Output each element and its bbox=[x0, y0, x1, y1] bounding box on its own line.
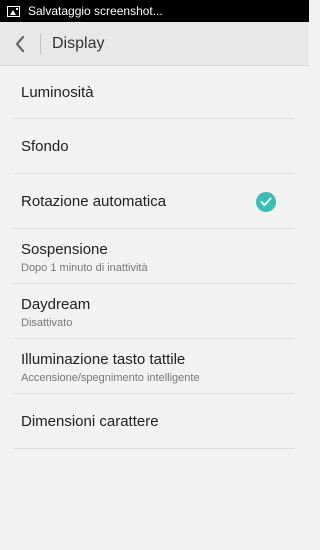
setting-title: Illuminazione tasto tattile bbox=[21, 350, 186, 368]
setting-title: Luminosità bbox=[21, 83, 94, 101]
setting-brightness[interactable]: Luminosità bbox=[0, 66, 309, 119]
setting-title: Rotazione automatica bbox=[21, 192, 167, 210]
setting-touch-key-light[interactable]: Illuminazione tasto tattile Accensione/s… bbox=[0, 339, 309, 394]
setting-auto-rotate[interactable]: Rotazione automatica bbox=[0, 174, 309, 229]
setting-font-size[interactable]: Dimensioni carattere bbox=[0, 394, 309, 449]
setting-sleep[interactable]: Sospensione Dopo 1 minuto di inattività bbox=[0, 229, 309, 284]
setting-title: Sfondo bbox=[21, 137, 69, 155]
status-bar: Salvataggio screenshot... bbox=[0, 0, 309, 22]
setting-title: Daydream bbox=[21, 295, 91, 313]
setting-subtitle: Accensione/spegnimento intelligente bbox=[21, 371, 200, 384]
setting-wallpaper[interactable]: Sfondo bbox=[0, 119, 309, 174]
action-bar: Display bbox=[0, 22, 309, 66]
back-button[interactable] bbox=[0, 22, 40, 66]
chevron-left-icon bbox=[14, 35, 26, 53]
setting-daydream[interactable]: Daydream Disattivato bbox=[0, 284, 309, 339]
action-bar-divider bbox=[40, 33, 41, 54]
setting-title: Sospensione bbox=[21, 240, 108, 258]
checkmark-icon[interactable] bbox=[256, 191, 276, 212]
setting-title: Dimensioni carattere bbox=[21, 412, 159, 430]
status-notification-text: Salvataggio screenshot... bbox=[28, 4, 163, 18]
page-title: Display bbox=[52, 34, 105, 52]
settings-list: Luminosità Sfondo Rotazione automatica S… bbox=[0, 66, 309, 449]
setting-subtitle: Dopo 1 minuto di inattività bbox=[21, 261, 148, 274]
image-icon bbox=[7, 5, 20, 17]
setting-subtitle: Disattivato bbox=[21, 316, 73, 329]
